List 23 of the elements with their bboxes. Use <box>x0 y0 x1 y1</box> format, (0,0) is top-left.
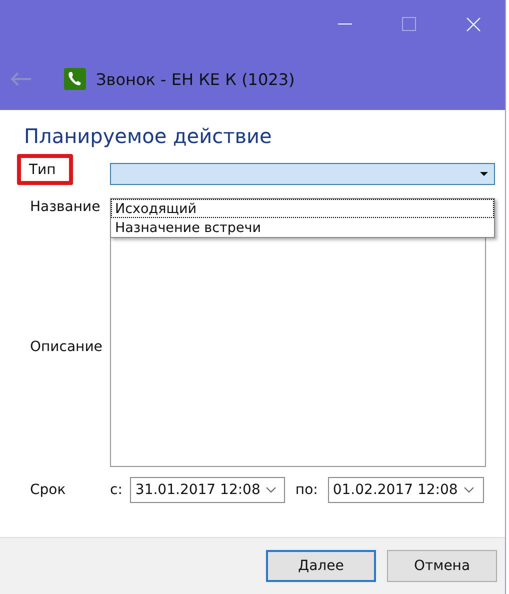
chevron-down-icon <box>464 487 474 493</box>
dropdown-arrow-icon <box>480 172 488 176</box>
close-icon <box>466 16 480 32</box>
field-label: по: <box>295 482 318 498</box>
date-picker[interactable]: 31.01.2017 12:08 <box>130 477 286 503</box>
chevron-down-icon <box>266 487 276 493</box>
window-title: Звонок - ЕН КЕ К (1023) <box>96 70 295 88</box>
maximize-icon <box>402 17 416 31</box>
phone-icon <box>64 68 86 90</box>
date-picker[interactable]: 01.02.2017 12:08 <box>328 477 484 503</box>
field-label: Срок <box>29 482 66 498</box>
field-label: с: <box>110 482 122 498</box>
dropdown-option[interactable]: Назначение встречи <box>111 218 494 237</box>
dialog-button[interactable]: Далее <box>266 550 376 582</box>
field-label: Тип <box>29 162 56 178</box>
minimize-icon <box>338 23 352 25</box>
type-dropdown[interactable] <box>110 162 495 184</box>
field-label: Название <box>29 199 100 215</box>
back-arrow-icon[interactable] <box>10 72 32 86</box>
dialog-button[interactable]: Отмена <box>387 550 497 582</box>
section-heading: Планируемое действие <box>24 124 273 148</box>
field-label: Описание <box>29 339 102 355</box>
dropdown-option[interactable]: Исходящий <box>111 199 494 218</box>
